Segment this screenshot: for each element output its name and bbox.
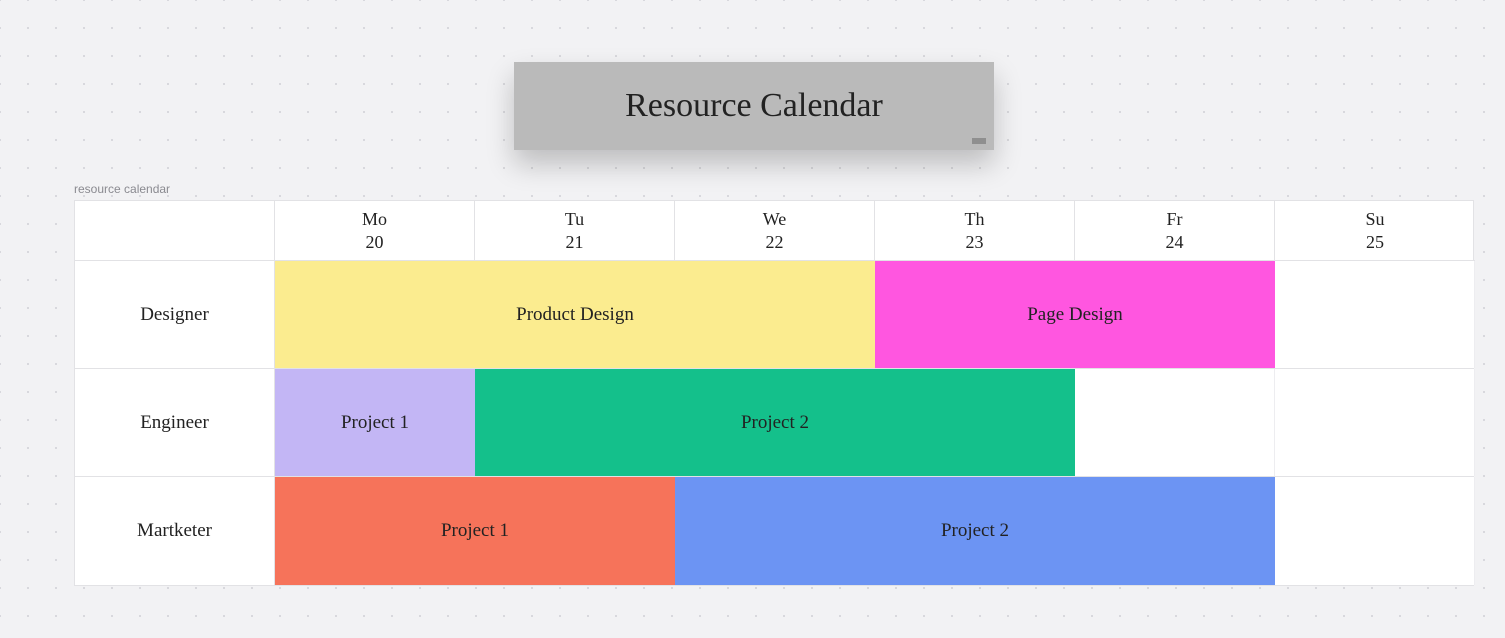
task-bar[interactable]: Project 1 [275,369,475,476]
task-bar-label: Project 1 [441,520,509,542]
header-day: We 22 [675,201,875,261]
task-bar-label: Product Design [516,304,634,326]
resource-row: Engineer Project 1 Project 2 [75,369,1473,477]
task-bar-label: Project 2 [741,412,809,434]
diagram-caption: resource calendar [74,182,170,196]
resource-row: Martketer Project 1 Project 2 [75,477,1473,585]
resource-label: Designer [75,261,275,368]
calendar-header-row: Mo 20 Tu 21 We 22 Th 23 Fr 24 Su 25 [75,201,1473,261]
header-day: Su 25 [1275,201,1475,261]
resource-lane[interactable]: Project 1 Project 2 [275,477,1475,585]
resource-label: Martketer [75,477,275,585]
resource-lane[interactable]: Project 1 Project 2 [275,369,1475,476]
header-num: 22 [766,231,784,254]
title-card[interactable]: Resource Calendar [514,62,994,150]
header-day: Fr 24 [1075,201,1275,261]
task-bar-label: Project 2 [941,520,1009,542]
calendar-table[interactable]: Mo 20 Tu 21 We 22 Th 23 Fr 24 Su 25 Desi… [74,200,1474,586]
task-bar[interactable]: Project 2 [475,369,1075,476]
resource-label: Engineer [75,369,275,476]
header-day: Th 23 [875,201,1075,261]
header-num: 20 [366,231,384,254]
task-bar[interactable]: Project 1 [275,477,675,585]
header-day: Tu 21 [475,201,675,261]
task-bar[interactable]: Project 2 [675,477,1275,585]
resize-handle-icon[interactable] [972,138,986,144]
task-bar-label: Page Design [1027,304,1123,326]
header-dow: Th [965,208,985,231]
header-dow: We [763,208,787,231]
header-dow: Su [1365,208,1384,231]
task-bar-label: Project 1 [341,412,409,434]
header-num: 25 [1366,231,1384,254]
task-bar[interactable]: Page Design [875,261,1275,368]
resource-lane[interactable]: Product Design Page Design [275,261,1475,368]
header-dow: Tu [565,208,584,231]
header-corner [75,201,275,261]
header-day: Mo 20 [275,201,475,261]
header-dow: Fr [1166,208,1182,231]
resource-row: Designer Product Design Page Design [75,261,1473,369]
task-bar[interactable]: Product Design [275,261,875,368]
header-dow: Mo [362,208,387,231]
header-num: 24 [1166,231,1184,254]
header-num: 21 [566,231,584,254]
page-title: Resource Calendar [625,87,883,125]
header-num: 23 [966,231,984,254]
